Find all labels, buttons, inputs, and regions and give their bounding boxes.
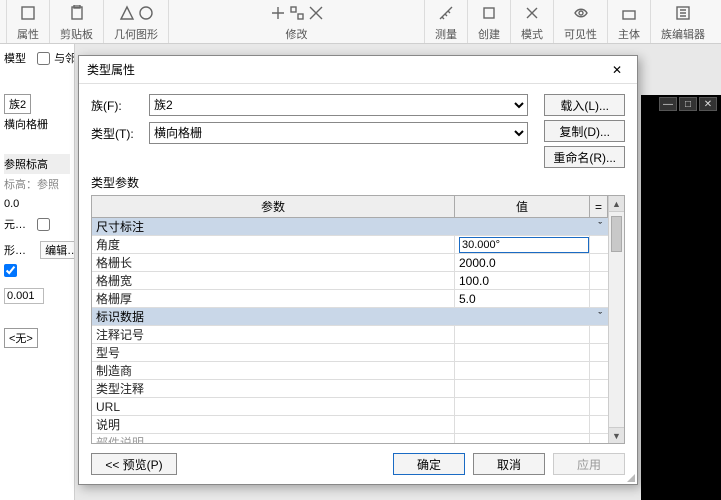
param-value-input[interactable] — [459, 237, 589, 253]
ribbon-group-label: 主体 — [618, 26, 640, 43]
create-icon[interactable] — [481, 5, 497, 21]
preview-button[interactable]: << 预览(P) — [91, 453, 177, 475]
geometry-icon[interactable] — [119, 5, 135, 21]
param-grid: 参数 值 = 尺寸标注ˇ角度格栅长2000.0格栅宽100.0格栅厚5.0标识数… — [92, 196, 608, 443]
param-value[interactable] — [455, 326, 590, 343]
param-value[interactable] — [455, 380, 590, 397]
param-name: 格栅长 — [92, 254, 455, 271]
ribbon-group-label: 模式 — [521, 26, 543, 43]
param-value[interactable] — [455, 236, 590, 253]
close-icon[interactable]: ✕ — [605, 60, 629, 80]
modify-icon[interactable] — [308, 5, 324, 21]
type-properties-dialog: 类型属性 ✕ 族(F): 族2 类型(T): 横向格栅 载入(L)... 复 — [78, 55, 638, 485]
collapse-icon[interactable]: ˇ — [598, 311, 608, 323]
view-close-icon[interactable]: ✕ — [699, 97, 717, 111]
chk-neighbor[interactable] — [37, 52, 50, 65]
param-name: 说明 — [92, 416, 455, 433]
param-name: 类型注释 — [92, 380, 455, 397]
param-row[interactable]: 角度 — [92, 236, 608, 254]
visibility-icon[interactable] — [573, 5, 589, 21]
ribbon-group-label: 测量 — [435, 26, 457, 43]
view-max-icon[interactable]: □ — [679, 97, 697, 111]
scroll-down-icon[interactable]: ▼ — [609, 427, 624, 443]
load-button[interactable]: 载入(L)... — [544, 94, 625, 116]
ribbon-group-label: 修改 — [286, 26, 308, 43]
host-icon[interactable] — [621, 5, 637, 21]
param-name: 部件说明 — [92, 434, 455, 443]
family-select[interactable]: 族2 — [149, 94, 528, 116]
val-small[interactable] — [4, 288, 44, 304]
type-label: 类型(T): — [91, 125, 141, 142]
param-row[interactable]: 制造商 — [92, 362, 608, 380]
param-name: 格栅厚 — [92, 290, 455, 307]
apply-button[interactable]: 应用 — [553, 453, 625, 475]
param-name: 制造商 — [92, 362, 455, 379]
param-name: 格栅宽 — [92, 272, 455, 289]
family-selector[interactable]: 族2 — [4, 94, 31, 114]
param-row[interactable]: 格栅厚5.0 — [92, 290, 608, 308]
cancel-button[interactable]: 取消 — [473, 453, 545, 475]
family-editor-icon[interactable] — [675, 5, 691, 21]
type-select[interactable]: 横向格栅 — [149, 122, 528, 144]
param-row[interactable]: 型号 — [92, 344, 608, 362]
param-value[interactable] — [455, 362, 590, 379]
tab-model[interactable]: 模型 — [4, 50, 26, 66]
sel-none[interactable]: <无> — [4, 328, 38, 348]
chk-pi[interactable] — [37, 218, 50, 231]
param-name: 型号 — [92, 344, 455, 361]
modify-icon[interactable] — [289, 5, 305, 21]
param-row[interactable]: 类型注释 — [92, 380, 608, 398]
scroll-thumb[interactable] — [611, 216, 622, 252]
modify-icon[interactable] — [270, 5, 286, 21]
param-value[interactable]: 2000.0 — [455, 254, 590, 271]
resize-grip[interactable] — [623, 470, 635, 482]
category-row[interactable]: 尺寸标注ˇ — [92, 218, 608, 236]
param-row[interactable]: URL — [92, 398, 608, 416]
category-row[interactable]: 标识数据ˇ — [92, 308, 608, 326]
ribbon-group-label: 族编辑器 — [661, 26, 705, 43]
param-value[interactable]: 5.0 — [455, 290, 590, 307]
ribbon: 属性 剪贴板 几何图形 修改 测量 创建 模式 可见性 主体 族编辑器 — [0, 0, 721, 44]
duplicate-button[interactable]: 复制(D)... — [544, 120, 625, 142]
param-row[interactable]: 注释记号 — [92, 326, 608, 344]
col-param[interactable]: 参数 — [92, 196, 455, 217]
col-eq[interactable]: = — [590, 196, 608, 217]
mode-icon[interactable] — [524, 5, 540, 21]
param-value[interactable] — [455, 398, 590, 415]
ribbon-group-label: 剪贴板 — [60, 26, 93, 43]
param-value[interactable] — [455, 416, 590, 433]
param-value[interactable] — [455, 434, 590, 443]
section-label: 类型参数 — [91, 174, 625, 191]
paste-icon[interactable] — [69, 5, 85, 21]
param-row[interactable]: 部件说明 — [92, 434, 608, 443]
grid-scrollbar[interactable]: ▲ ▼ — [608, 196, 624, 443]
param-row[interactable]: 格栅宽100.0 — [92, 272, 608, 290]
ribbon-group-label: 几何图形 — [114, 26, 158, 43]
ribbon-group-label: 创建 — [478, 26, 500, 43]
properties-icon — [20, 5, 36, 21]
family-label: 族(F): — [91, 97, 141, 114]
properties-panel: 模型 与邻 族2 横向格栅 参照标高 标高：参照 0.0 元… 形… 编辑… <… — [0, 44, 75, 500]
geometry-icon[interactable] — [138, 5, 154, 21]
param-name: 注释记号 — [92, 326, 455, 343]
col-value[interactable]: 值 — [455, 196, 590, 217]
ribbon-group-label: 属性 — [17, 26, 39, 43]
chk-x[interactable] — [4, 264, 17, 277]
measure-icon[interactable] — [438, 5, 454, 21]
drawing-view[interactable]: — □ ✕ — [641, 95, 721, 500]
param-row[interactable]: 格栅长2000.0 — [92, 254, 608, 272]
ribbon-group-label: 可见性 — [564, 26, 597, 43]
param-value[interactable] — [455, 344, 590, 361]
type-label: 横向格栅 — [4, 116, 48, 132]
param-name: 角度 — [92, 236, 455, 253]
param-name: URL — [92, 398, 455, 415]
collapse-icon[interactable]: ˇ — [598, 221, 608, 233]
scroll-up-icon[interactable]: ▲ — [609, 196, 624, 212]
rename-button[interactable]: 重命名(R)... — [544, 146, 625, 168]
param-value[interactable]: 100.0 — [455, 272, 590, 289]
dialog-title: 类型属性 — [87, 61, 135, 78]
view-min-icon[interactable]: — — [659, 97, 677, 111]
ok-button[interactable]: 确定 — [393, 453, 465, 475]
param-row[interactable]: 说明 — [92, 416, 608, 434]
